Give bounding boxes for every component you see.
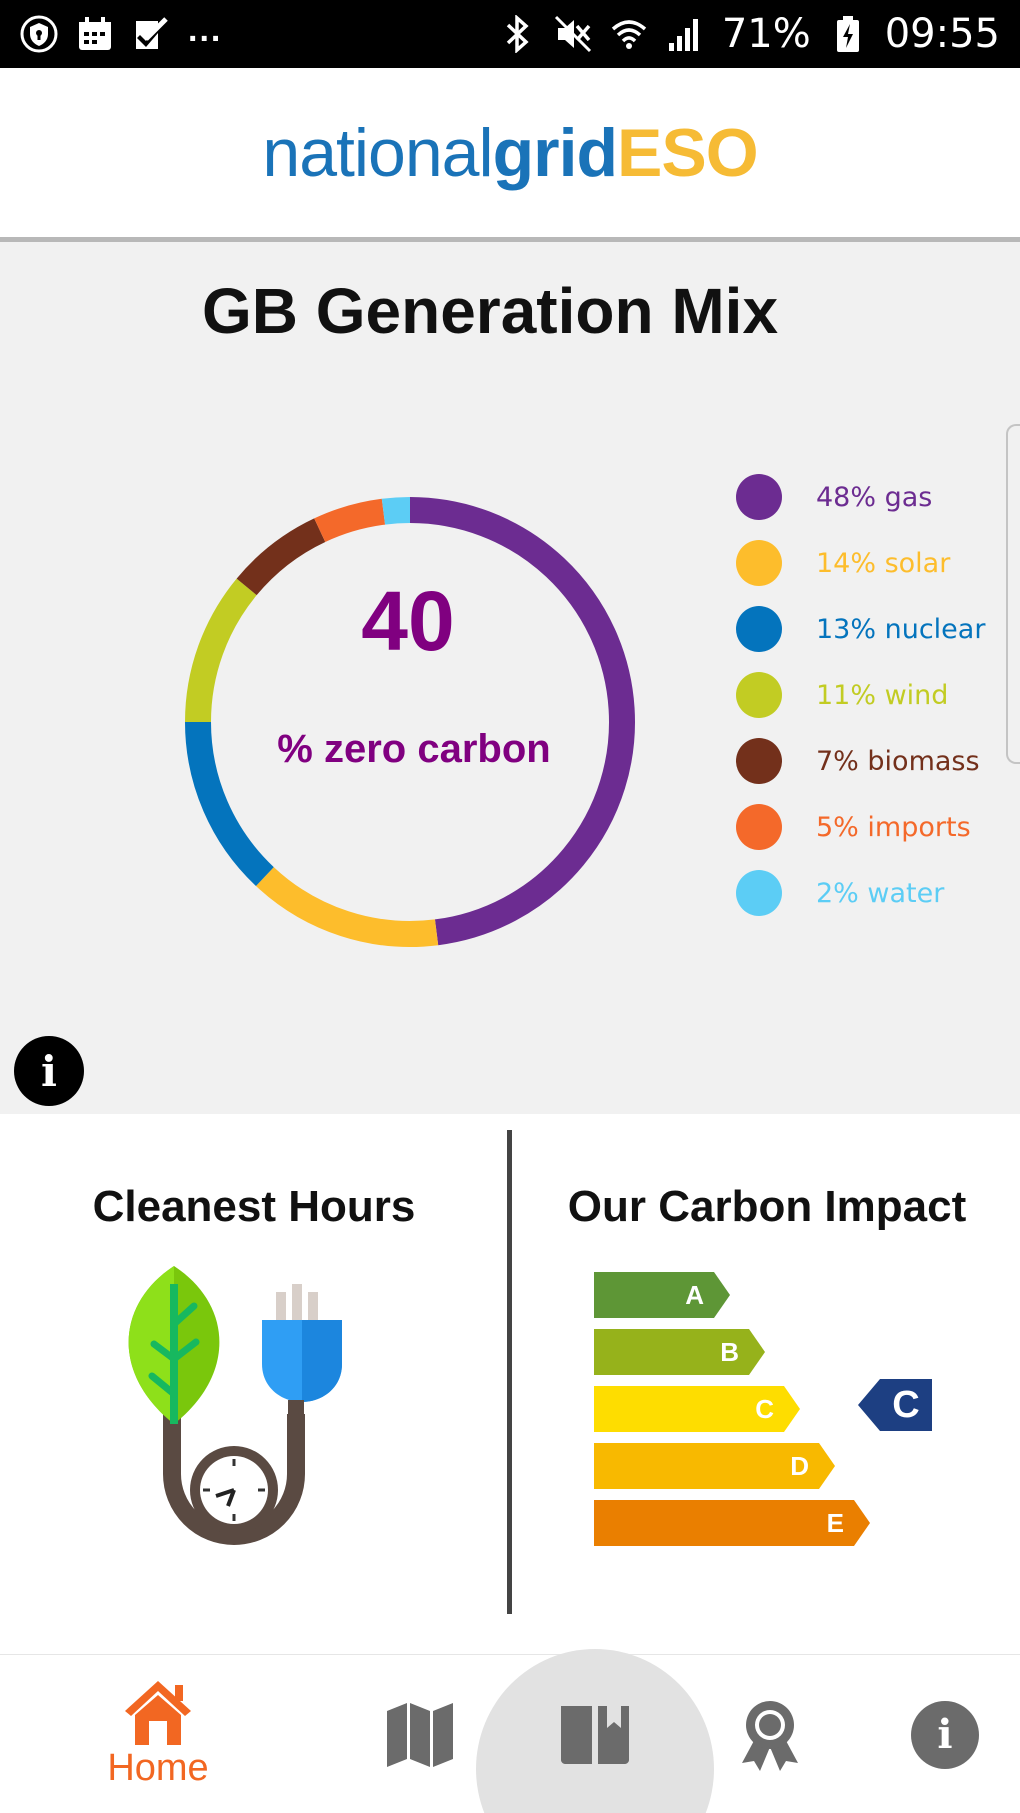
legend-item: 14% solar [736,530,985,596]
donut-segment-nuclear [185,721,274,887]
check-list-icon [132,15,170,53]
legend-item: 2% water [736,860,985,926]
donut-segment-imports [314,498,386,543]
legend-item: 13% nuclear [736,596,985,662]
signal-icon [666,15,704,53]
shield-icon [20,15,58,53]
legend-label: 13% nuclear [816,613,986,645]
nav-home[interactable]: Home [88,1655,228,1813]
legend-label: 48% gas [816,481,933,513]
bottom-navigation: Home i [0,1649,1020,1813]
legend-item: 7% biomass [736,728,985,794]
mix-title: GB Generation Mix [201,275,779,347]
leaf-plug-clock-icon [128,1266,342,1545]
feature-cards: Cleanest Hours Our Carbon Impact A B C D… [0,1114,1020,1654]
side-drawer-handle[interactable] [1006,424,1020,764]
legend-item: 11% wind [736,662,985,728]
zero-carbon-value: 40 [361,574,454,668]
nav-guide[interactable] [545,1655,645,1813]
nav-awards[interactable] [720,1655,820,1813]
logo-text-national: national [262,115,493,191]
current-rating-marker: C [858,1379,932,1431]
legend-label: 14% solar [816,547,951,579]
legend-swatch [736,672,782,718]
rating-band-letter: C [755,1394,774,1424]
donut-segment-water [381,497,411,525]
status-overflow: ... [188,10,223,49]
legend-swatch [736,738,782,784]
legend-item: 48% gas [736,464,985,530]
award-icon [742,1700,798,1771]
energy-rating-chart: ABCDE C [594,1272,932,1546]
book-icon [561,1705,629,1764]
status-bar: ... 71% 09:55 [0,0,1020,68]
logo-text-grid: grid [492,115,618,191]
status-left: ... [20,11,222,53]
national-grid-eso-logo: nationalgridESO [262,114,759,192]
cleanest-hours-title: Cleanest Hours [92,1182,416,1231]
generation-mix-donut[interactable]: 40 % zero carbon [170,482,650,962]
map-icon [387,1702,453,1767]
legend-swatch [736,804,782,850]
donut-segment-wind [185,578,257,723]
wifi-icon [610,15,648,53]
legend-label: 7% biomass [816,745,980,777]
mix-legend: 48% gas 14% solar 13% nuclear 11% wind 7% bi… [736,464,985,926]
legend-label: 11% wind [816,679,949,711]
card-divider [507,1130,512,1614]
cleanest-hours-card[interactable]: Cleanest Hours [0,1114,508,1654]
legend-swatch [736,540,782,586]
donut-segment-biomass [236,518,326,596]
mix-info-button[interactable]: i [14,1036,84,1106]
status-right: 71% 09:55 [498,11,1000,57]
battery-charging-icon [829,15,867,53]
current-rating-letter: C [892,1384,919,1426]
rating-band-letter: A [685,1280,704,1310]
generation-mix-panel[interactable]: GB Generation Mix 40 % zero carbon 48% g… [0,242,1020,1114]
legend-label: 2% water [816,877,945,909]
rating-band-letter: E [827,1508,844,1538]
legend-swatch [736,474,782,520]
carbon-impact-title: Our Carbon Impact [567,1182,967,1231]
rating-band-b [594,1329,765,1375]
nav-map[interactable] [370,1655,470,1813]
battery-percent: 71% [721,11,811,57]
mute-icon [554,15,592,53]
legend-item: 5% imports [736,794,985,860]
app-screen: ... 71% 09:55 nationalgridESO GB Generat… [0,0,1020,1813]
bluetooth-icon [498,15,536,53]
rating-band-letter: B [720,1337,739,1367]
donut-segment-solar [255,866,439,947]
legend-swatch [736,606,782,652]
app-header: nationalgridESO [0,68,1020,238]
legend-label: 5% imports [816,811,971,843]
clock-time: 09:55 [884,11,1000,57]
calendar-icon [76,15,114,53]
logo-text-eso: ESO [617,115,759,191]
info-icon: i [911,1700,979,1769]
nav-home-label: Home [107,1747,209,1789]
zero-carbon-label: % zero carbon [277,727,550,771]
rating-band-a [594,1272,730,1318]
rating-band-letter: D [790,1451,809,1481]
nav-info[interactable]: i [895,1655,995,1813]
home-icon [125,1681,191,1745]
carbon-impact-card[interactable]: Our Carbon Impact ABCDE C [514,1114,1020,1654]
legend-swatch [736,870,782,916]
